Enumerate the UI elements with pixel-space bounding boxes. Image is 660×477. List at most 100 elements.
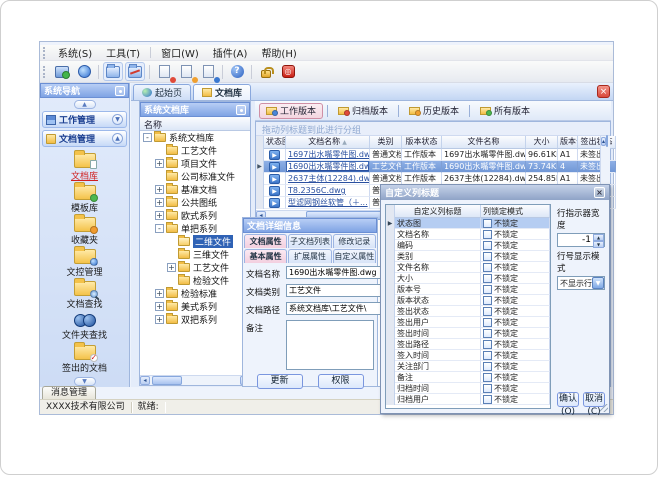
dialog-row[interactable]: 版本状态不锁定 <box>386 295 550 306</box>
dialog-row[interactable]: 大小不锁定 <box>386 273 550 284</box>
dialog-row[interactable]: 关注部门不锁定 <box>386 361 550 372</box>
open-folder-button[interactable] <box>103 62 123 81</box>
lock-checkbox[interactable] <box>483 362 492 371</box>
doc-name-cell[interactable]: 2637主体(12284).dwg <box>286 173 370 185</box>
version-tab-work[interactable]: 工作版本 <box>259 103 323 119</box>
menu-window[interactable]: 窗口(W) <box>154 44 206 61</box>
spin-up-icon[interactable]: ▲ <box>593 234 604 241</box>
tree-node[interactable]: 系统文档库 <box>140 131 250 144</box>
lock-checkbox[interactable] <box>483 230 492 239</box>
row-number-mode-select[interactable]: 不显示行号 <box>557 276 605 290</box>
lock-checkbox[interactable] <box>483 263 492 272</box>
doc-name-cell[interactable]: 1697出水嘴零件图.dwg <box>286 149 370 161</box>
tree-node[interactable]: 美式系列 <box>140 300 250 313</box>
dialog-row[interactable]: 类别不锁定 <box>386 251 550 262</box>
collapse-down-icon[interactable]: ▼ <box>74 377 96 386</box>
dialog-row[interactable]: 签入时间不锁定 <box>386 350 550 361</box>
tab-subdoc-list[interactable]: 子文档列表 <box>288 234 331 248</box>
exit-button[interactable] <box>278 62 298 81</box>
spin-down-icon[interactable]: ▼ <box>593 241 604 248</box>
column-header[interactable]: 文件名称 <box>442 136 526 149</box>
version-tab-all[interactable]: 所有版本 <box>474 103 536 119</box>
scroll-left-icon[interactable]: ◂ <box>140 376 150 385</box>
tree-node[interactable]: 检验文件 <box>140 274 250 287</box>
doc-checkout-button[interactable] <box>176 62 196 81</box>
tree-node[interactable]: 检验标准 <box>140 287 250 300</box>
expand-expander-icon[interactable] <box>155 159 164 168</box>
ok-button[interactable]: 确认(O) <box>557 392 579 407</box>
lock-checkbox[interactable] <box>483 384 492 393</box>
dialog-row[interactable]: 备注不锁定 <box>386 372 550 383</box>
menu-plugins[interactable]: 插件(A) <box>206 44 255 61</box>
lock-checkbox[interactable] <box>483 373 492 382</box>
dialog-row[interactable]: 归档时间不锁定 <box>386 383 550 394</box>
expand-expander-icon[interactable] <box>155 315 164 324</box>
column-header[interactable]: 版本号 <box>558 136 578 149</box>
lock-checkbox[interactable] <box>483 274 492 283</box>
dialog-close-icon[interactable] <box>594 187 605 198</box>
tree-node[interactable]: 工艺文件 <box>140 261 250 274</box>
sidebar-item-favorites[interactable]: 收藏夹 <box>40 215 129 247</box>
dialog-title-bar[interactable]: 自定义列标题 <box>381 185 609 200</box>
lock-checkbox[interactable] <box>483 351 492 360</box>
tree-node[interactable]: 双把系列 <box>140 313 250 326</box>
lock-checkbox[interactable] <box>483 307 492 316</box>
tree-node[interactable]: 公司标准文件 <box>140 170 250 183</box>
connect-button[interactable] <box>52 62 72 81</box>
pin-icon[interactable] <box>115 86 125 96</box>
lock-checkbox[interactable] <box>483 252 492 261</box>
network-button[interactable] <box>74 62 94 81</box>
sidebar-item-doc-library[interactable]: 文档库 <box>40 151 129 183</box>
tab-start-page[interactable]: 起始页 <box>133 84 191 100</box>
tree-node[interactable]: 公共图纸 <box>140 196 250 209</box>
dialog-row[interactable]: 归档用户不锁定 <box>386 394 550 405</box>
tree-column-header[interactable]: 名称 <box>140 117 250 131</box>
memo-textarea[interactable] <box>286 320 374 370</box>
doc-category-input[interactable] <box>286 284 393 297</box>
doc-name-cell[interactable]: 1690出水嘴零件图.dwg <box>286 161 370 173</box>
tree-node[interactable]: 基准文档 <box>140 183 250 196</box>
tab-basic-attributes[interactable]: 基本属性 <box>244 249 287 263</box>
expand-expander-icon[interactable] <box>155 289 164 298</box>
expand-expander-icon[interactable] <box>155 211 164 220</box>
tree-horizontal-scrollbar[interactable]: ◂ ▸ <box>140 375 250 385</box>
column-header[interactable]: 版本状态 <box>402 136 442 149</box>
expand-expander-icon[interactable] <box>155 302 164 311</box>
help-button[interactable] <box>227 62 247 81</box>
lock-checkbox[interactable] <box>483 219 492 228</box>
lock-checkbox[interactable] <box>483 340 492 349</box>
tab-doc-attributes[interactable]: 文档属性 <box>244 234 287 248</box>
dialog-row[interactable]: 签出时间不锁定 <box>386 328 550 339</box>
pin-icon[interactable] <box>236 105 246 115</box>
tab-extended-attributes[interactable]: 扩展属性 <box>288 249 331 263</box>
dialog-row[interactable]: 签出状态不锁定 <box>386 306 550 317</box>
version-tab-history[interactable]: 历史版本 <box>403 103 465 119</box>
column-header[interactable]: 签出状态 <box>578 136 616 149</box>
dialog-column-header[interactable]: 自定义列标题 <box>395 205 481 218</box>
dialog-row-selected[interactable]: ▶状态图不锁定 <box>386 218 550 229</box>
expand-expander-icon[interactable] <box>167 263 176 272</box>
table-row-selected[interactable]: ▶ 1690出水嘴零件图.dwg 工艺文件 工作版本 1690出水嘴零件图.dw… <box>256 161 610 173</box>
row-indicator-width-input[interactable] <box>558 234 593 246</box>
tree-node[interactable]: 三维文件 <box>140 248 250 261</box>
scroll-thumb[interactable] <box>606 135 608 147</box>
doc-name-cell[interactable]: 型滤网钢丝软管（＋... <box>286 197 370 209</box>
doc-name-cell[interactable]: T8.2356C.dwg <box>286 185 370 197</box>
dialog-row[interactable]: 编码不锁定 <box>386 240 550 251</box>
close-folder-button[interactable] <box>125 62 145 81</box>
lock-checkbox[interactable] <box>483 241 492 250</box>
sidebar-group-docs[interactable]: 文档管理 ▲ <box>42 130 127 147</box>
collapse-up-icon[interactable]: ▲ <box>74 100 96 109</box>
column-header[interactable]: 类别 <box>370 136 402 149</box>
menu-tools[interactable]: 工具(T) <box>99 44 147 61</box>
group-by-bar[interactable]: 拖动列标题到此进行分组 <box>256 122 610 136</box>
tab-doc-library[interactable]: 文档库 <box>193 84 251 100</box>
sidebar-item-doc-control[interactable]: 文控管理 <box>40 247 129 279</box>
tree-node-selected[interactable]: 二维文件 <box>140 235 250 248</box>
doc-checkin-button[interactable] <box>154 62 174 81</box>
message-manager-tab[interactable]: 消息管理 <box>42 386 96 399</box>
sidebar-item-folder-search[interactable]: 文件夹查找 <box>40 311 129 343</box>
resize-grip[interactable] <box>600 404 608 412</box>
sidebar-item-checked-out-docs[interactable]: 签出的文档 <box>40 343 129 375</box>
update-button[interactable]: 更新 <box>257 374 303 389</box>
